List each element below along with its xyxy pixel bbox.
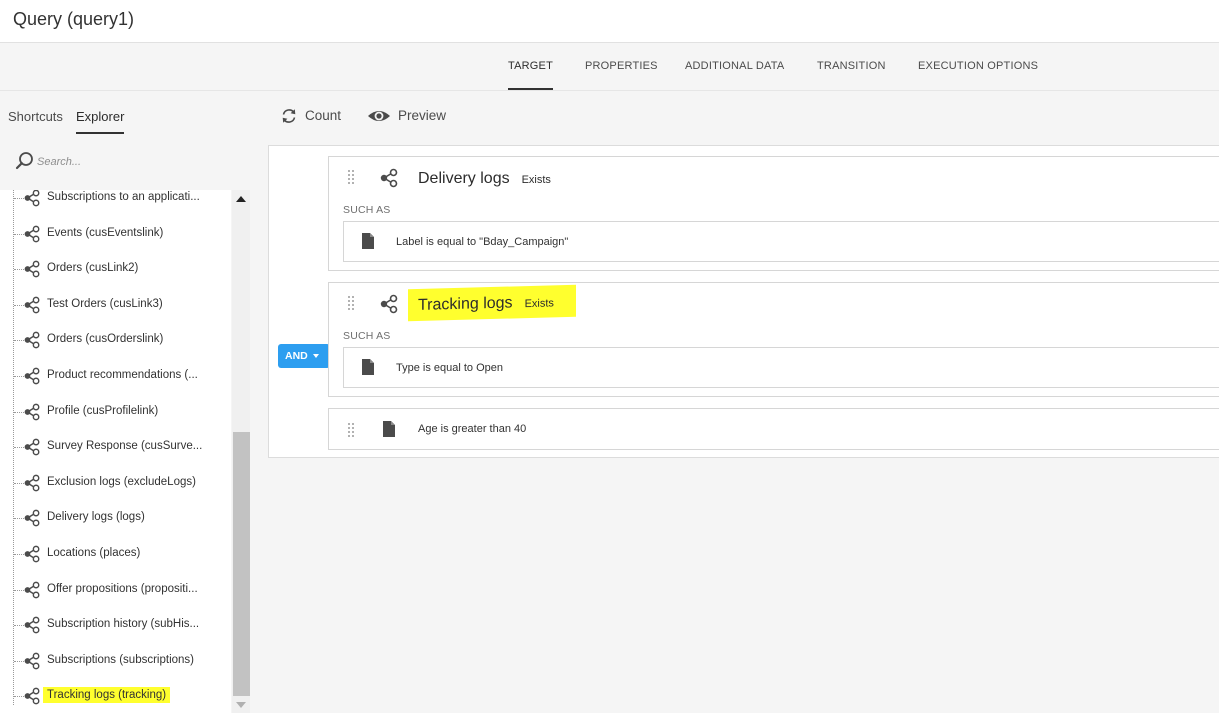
tree-item-label: Test Orders (cusLink3) (47, 297, 163, 310)
link-icon (24, 616, 40, 634)
tree-item[interactable]: Tracking logs (tracking) (0, 687, 231, 713)
link-icon (24, 403, 40, 420)
tree-item[interactable]: Offer propositions (propositi... (0, 581, 231, 618)
explorer-tree: Subscriptions to an applicati... Events (… (0, 190, 231, 713)
tree-item[interactable]: Subscription history (subHis... (0, 616, 231, 653)
link-icon (24, 545, 40, 563)
scroll-up-arrow[interactable] (236, 196, 246, 202)
highlight-marker: Tracking logs Exists (408, 284, 576, 322)
tree-item[interactable]: Exclusion logs (excludeLogs) (0, 474, 231, 511)
tab-shortcuts[interactable]: Shortcuts (8, 109, 63, 124)
link-icon (24, 652, 40, 670)
link-icon (24, 260, 40, 278)
tree-item-label: Events (cusEventslink) (47, 226, 164, 239)
condition-age[interactable]: Age is greater than 40 (328, 408, 1219, 450)
and-operator-button[interactable]: AND (278, 344, 330, 368)
tree-scrollbar[interactable] (232, 190, 250, 713)
link-icon (24, 367, 40, 385)
tree-item-label: Profile (cusProfilelink) (47, 404, 159, 417)
document-icon (383, 421, 395, 437)
such-as-label: SUCH AS (343, 330, 391, 342)
drag-handle-icon[interactable] (347, 169, 355, 185)
document-icon (362, 233, 374, 249)
count-button[interactable]: Count (280, 106, 370, 128)
tree-item[interactable]: Delivery logs (logs) (0, 510, 231, 546)
tab-execution-options[interactable]: EXECUTION OPTIONS (918, 43, 1038, 90)
query-editor: Count Preview AND Delivery logs Exists S… (254, 91, 1219, 713)
refresh-icon (282, 109, 296, 123)
rule-text: Age is greater than 40 (418, 423, 527, 435)
link-icon (24, 474, 40, 492)
count-label: Count (305, 108, 342, 123)
preview-button[interactable]: Preview (367, 106, 467, 128)
tree-item[interactable]: Locations (places) (0, 545, 231, 582)
link-icon (24, 225, 40, 242)
tree-item[interactable]: Product recommendations (... (0, 367, 231, 404)
tree-item[interactable]: Events (cusEventslink) (0, 225, 231, 262)
condition-delivery-logs[interactable]: Delivery logs Exists SUCH AS Label is equ… (328, 156, 1219, 271)
tree-item-label: Subscriptions (subscriptions) (47, 653, 195, 666)
condition-title-text: Delivery logs (418, 170, 510, 187)
rule-text: Type is equal to Open (396, 362, 504, 374)
drag-handle-icon[interactable] (347, 422, 355, 438)
scroll-down-arrow[interactable] (236, 702, 246, 708)
left-panel: Shortcuts Explorer Subscriptions to an a… (0, 91, 254, 713)
link-icon (380, 168, 398, 188)
link-icon (24, 581, 40, 598)
tree-item-label: Locations (places) (47, 547, 141, 559)
tree-item[interactable]: Orders (cusOrderslink) (0, 332, 231, 368)
tree-item-label: Subscriptions to an applicati... (47, 191, 200, 203)
search-box (15, 151, 240, 175)
tree-item[interactable]: Profile (cusProfilelink) (0, 403, 231, 440)
link-icon (24, 296, 40, 314)
tab-properties[interactable]: PROPERTIES (585, 43, 658, 90)
tab-transition[interactable]: TRANSITION (817, 43, 886, 90)
title-bar: Query (query1) (0, 0, 1219, 43)
condition-tracking-logs[interactable]: Tracking logs Exists SUCH AS Type is equa… (328, 282, 1219, 397)
tree-item-label: Survey Response (cusSurve... (47, 440, 203, 453)
tree-item[interactable]: Subscriptions (subscriptions) (0, 652, 231, 689)
link-icon (24, 438, 40, 456)
tree-item[interactable]: Survey Response (cusSurve... (0, 438, 231, 475)
tree-item-label: Orders (cusOrderslink) (47, 333, 164, 346)
tree-item-label: Offer propositions (propositi... (47, 582, 198, 595)
condition-group: AND Delivery logs Exists SUCH AS Label i… (268, 145, 1219, 458)
caret-down-icon (313, 354, 319, 358)
search-input[interactable] (37, 153, 237, 171)
scroll-thumb[interactable] (233, 432, 250, 696)
condition-title: Delivery logs Exists (418, 170, 551, 188)
link-icon (24, 190, 40, 207)
tree-item-label: Product recommendations (... (47, 369, 198, 381)
tree-item-label: Delivery logs (logs) (47, 511, 145, 524)
preview-label: Preview (398, 108, 447, 123)
exists-label: Exists (521, 174, 551, 186)
tab-additional-data[interactable]: ADDITIONAL DATA (685, 43, 784, 90)
tree-item[interactable]: Orders (cusLink2) (0, 260, 231, 297)
eye-icon (368, 111, 390, 121)
link-icon (24, 332, 40, 349)
condition-title-text: Tracking logs (418, 294, 513, 314)
link-icon (24, 688, 40, 705)
such-as-label: SUCH AS (343, 204, 391, 216)
link-icon (24, 510, 40, 527)
document-icon (362, 359, 374, 375)
tab-explorer[interactable]: Explorer (76, 109, 125, 134)
link-icon (380, 294, 398, 314)
tree-item-label: Tracking logs (tracking) (43, 687, 171, 704)
drag-handle-icon[interactable] (347, 295, 355, 311)
and-label: AND (285, 350, 308, 362)
rule-label-equals[interactable]: Label is equal to "Bday_Campaign" (343, 221, 1219, 262)
search-icon (15, 152, 33, 170)
tree-item[interactable]: Subscriptions to an applicati... (0, 190, 231, 226)
rule-text: Label is equal to "Bday_Campaign" (396, 236, 569, 248)
tree-item-label: Exclusion logs (excludeLogs) (47, 475, 196, 488)
exists-label: Exists (524, 297, 554, 311)
window-title: Query (query1) (13, 9, 135, 29)
tree-item-label: Orders (cusLink2) (47, 262, 139, 275)
tree-item-label: Subscription history (subHis... (47, 618, 200, 631)
rule-type-equals[interactable]: Type is equal to Open (343, 347, 1219, 388)
tab-bar: TARGET PROPERTIES ADDITIONAL DATA TRANSI… (0, 43, 1219, 91)
tree-item[interactable]: Test Orders (cusLink3) (0, 296, 231, 333)
tab-target[interactable]: TARGET (508, 43, 553, 90)
